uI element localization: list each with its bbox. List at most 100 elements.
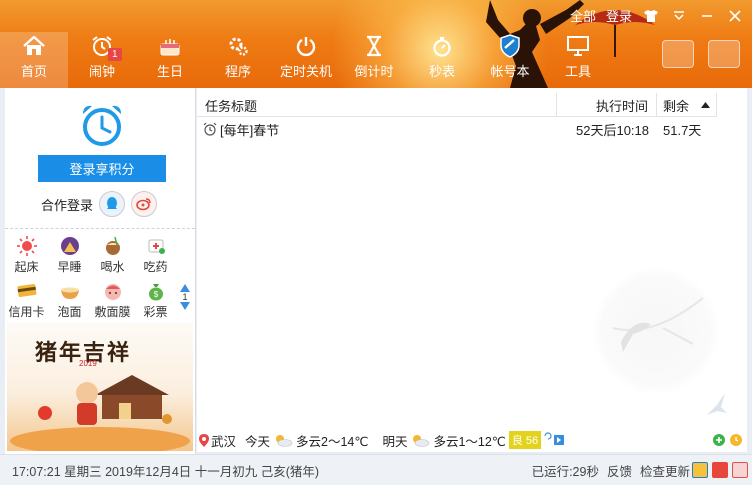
- nav-alarm[interactable]: 1 闹钟: [68, 32, 136, 88]
- weather-tomorrow: 明天 多云1～12℃: [382, 431, 505, 450]
- skin-shortcuts: [662, 40, 740, 68]
- quick-wakeup[interactable]: 起床: [5, 236, 48, 275]
- weather-today: 今天 多云2～14℃: [245, 431, 368, 450]
- skin-thumb-1[interactable]: [662, 40, 694, 68]
- login-points-button[interactable]: 登录享积分: [38, 155, 166, 182]
- credit-card-icon: [16, 281, 38, 301]
- nav-label: 倒计时: [354, 64, 394, 79]
- weibo-login-icon[interactable]: [131, 191, 158, 217]
- tomorrow-label: 明天: [382, 434, 408, 449]
- svg-text:$: $: [153, 290, 158, 299]
- nav-home[interactable]: 首页: [0, 32, 68, 88]
- quick-sleep[interactable]: 早睡: [48, 236, 91, 275]
- thumbs-up-icon[interactable]: [732, 462, 748, 478]
- banner-illustration: [10, 375, 190, 451]
- sun-icon: [16, 236, 38, 256]
- minimize-icon[interactable]: [698, 7, 716, 25]
- task-table-header: 任务标题 执行时间 剩余: [197, 93, 717, 117]
- row-title: [每年]春节: [220, 122, 280, 138]
- skin-thumb-2[interactable]: [708, 40, 740, 68]
- check-update-link[interactable]: 检查更新: [640, 461, 690, 480]
- status-actions: 已运行:29秒 反馈 检查更新: [532, 461, 690, 480]
- nav-label: 帐号本: [490, 64, 530, 79]
- col-title-header[interactable]: 任务标题: [197, 93, 557, 117]
- quick-label: 敷面膜: [94, 305, 131, 319]
- grid-pager: 1: [180, 284, 190, 310]
- left-divider: [5, 228, 195, 229]
- bird-watermark: [593, 268, 719, 394]
- qzone-share-icon[interactable]: [692, 462, 708, 478]
- weather-city[interactable]: 武汉: [199, 431, 236, 450]
- new-year-banner[interactable]: 猪年吉祥 2019: [7, 323, 193, 451]
- clock-small-icon[interactable]: [729, 433, 743, 447]
- today-label: 今天: [245, 434, 271, 449]
- status-bar: 17:07:21 星期三 2019年12月4日 十一月初九 己亥(猪年) 已运行…: [0, 454, 752, 485]
- face-mask-icon: [102, 281, 124, 301]
- nav-label: 工具: [564, 64, 591, 79]
- coconut-drink-icon: [102, 236, 124, 256]
- quick-drink[interactable]: 喝水: [91, 236, 134, 275]
- pager-up-icon[interactable]: [180, 284, 190, 292]
- nav-tools[interactable]: 工具: [544, 32, 612, 88]
- money-bag-icon: $: [145, 281, 167, 301]
- task-table-body: [每年]春节 52天后10:18 51.7天: [197, 118, 717, 140]
- sort-asc-icon: [701, 102, 710, 108]
- window-controls: 全部 登录: [570, 6, 744, 25]
- tshirt-icon[interactable]: [642, 7, 660, 25]
- nav-label: 程序: [224, 64, 251, 79]
- quick-noodle[interactable]: 泡面: [48, 281, 91, 320]
- partly-cloudy-icon: [413, 435, 430, 447]
- quick-creditcard[interactable]: 信用卡: [5, 281, 48, 320]
- col-remain-label: 剩余: [663, 98, 690, 114]
- nav-label: 首页: [20, 64, 47, 79]
- swallow-icon: [707, 393, 727, 415]
- gear-icon: [226, 34, 250, 58]
- nav-program[interactable]: 程序: [204, 32, 272, 88]
- nav-birthday[interactable]: 生日: [136, 32, 204, 88]
- shield-icon: [498, 34, 522, 58]
- nav-label: 闹钟: [88, 64, 115, 79]
- chevron-down-icon[interactable]: [670, 7, 688, 25]
- home-icon: [22, 34, 46, 58]
- weather-bar: 武汉 今天 多云2～14℃ 明天 多云1～12℃ 良 56: [197, 428, 747, 452]
- partly-cloudy-icon: [276, 435, 293, 447]
- power-icon: [294, 34, 318, 58]
- pager-down-icon[interactable]: [180, 302, 190, 310]
- nav-countdown[interactable]: 倒计时: [340, 32, 408, 88]
- table-row[interactable]: [每年]春节 52天后10:18 51.7天: [197, 118, 717, 140]
- left-panel: 登录享积分 合作登录 起床 早睡 喝水 吃药 信用卡 泡面 敷面膜 $ 彩票 1…: [5, 88, 196, 454]
- nav-stopwatch[interactable]: 秒表: [408, 32, 476, 88]
- pill-icon: [145, 236, 167, 256]
- quick-lottery[interactable]: $ 彩票: [134, 281, 177, 320]
- quick-label: 彩票: [143, 305, 168, 319]
- refresh-icon[interactable]: [544, 432, 552, 440]
- task-list-panel: 任务标题 执行时间 剩余 [每年]春节 52天后10:18 51.7天: [197, 88, 747, 428]
- nav-shutdown[interactable]: 定时关机: [272, 32, 340, 88]
- feedback-link[interactable]: 反馈: [607, 461, 632, 480]
- weibo-share-icon[interactable]: [712, 462, 728, 478]
- quick-label: 吃药: [143, 260, 168, 274]
- col-time-header[interactable]: 执行时间: [557, 93, 657, 117]
- coop-login-label: 合作登录: [41, 197, 94, 213]
- today-desc: 多云2～14℃: [296, 434, 369, 449]
- stopwatch-icon: [430, 34, 454, 58]
- row-time: 52天后10:18: [576, 122, 649, 138]
- alarm-count-badge: 1: [108, 48, 122, 61]
- col-remain-header[interactable]: 剩余: [657, 93, 717, 117]
- alarm-clock-icon: [203, 122, 217, 136]
- hourglass-icon: [362, 34, 386, 58]
- title-bar: 全部 登录 首页 1 闹钟 生日 程序 定时关机 倒计时 秒表 帐号本 工具: [0, 0, 752, 88]
- quick-facemask[interactable]: 敷面膜: [91, 281, 134, 320]
- add-icon[interactable]: [713, 434, 725, 446]
- running-time: 已运行:29秒: [531, 464, 599, 479]
- close-icon[interactable]: [726, 7, 744, 25]
- quick-medicine[interactable]: 吃药: [134, 236, 177, 275]
- air-quality-badge: 良 56: [508, 431, 542, 449]
- all-link[interactable]: 全部: [570, 6, 596, 25]
- moon-tent-icon: [59, 236, 81, 256]
- next-weather-icon[interactable]: [554, 435, 565, 445]
- qq-login-icon[interactable]: [99, 191, 126, 217]
- nav-accountbook[interactable]: 帐号本: [476, 32, 544, 88]
- login-link[interactable]: 登录: [606, 6, 632, 25]
- row-remain: 51.7天: [663, 122, 702, 138]
